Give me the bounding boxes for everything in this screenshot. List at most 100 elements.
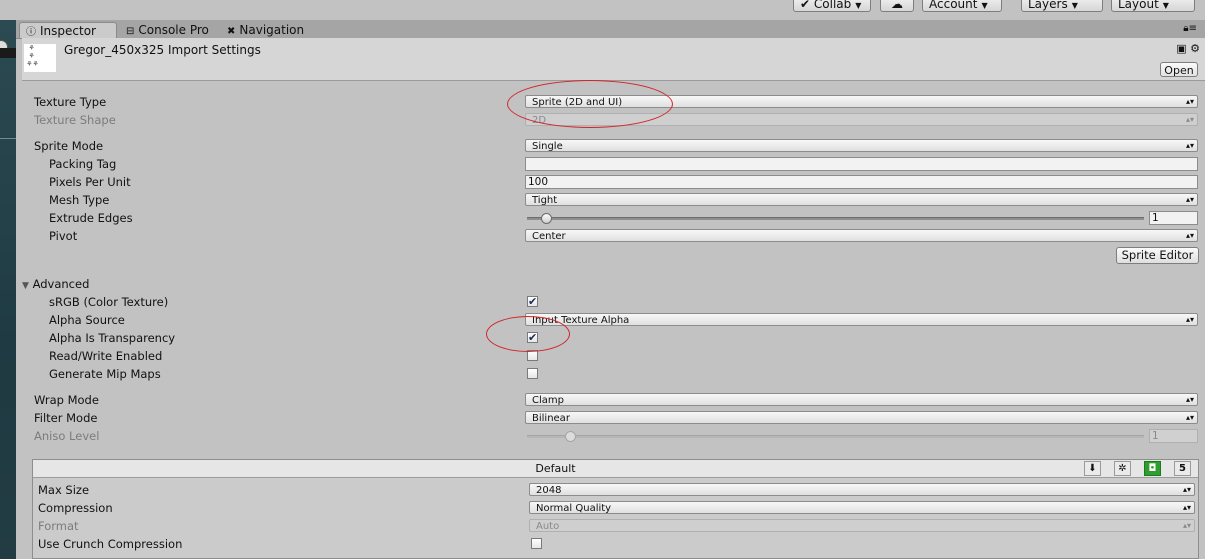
layout-label: Layout — [1118, 0, 1159, 11]
tab-bar: ⓘ Inspector ⊟ Console Pro ✖ Navigation 🔒︎≡ — [16, 20, 1205, 39]
platform-tab-bar: Default ⬇ ✲ ◘ 5 — [33, 460, 1198, 478]
tab-console-pro[interactable]: ⊟ Console Pro — [120, 22, 220, 38]
filter-mode-value: Bilinear — [532, 413, 570, 424]
max-size-label: Max Size — [38, 483, 90, 497]
android-icon[interactable]: ✲ — [1114, 461, 1131, 476]
aniso-level-label: Aniso Level — [34, 429, 100, 443]
pivot-dropdown[interactable]: Center ▴▾ — [525, 229, 1198, 242]
layers-button[interactable]: Layers ▼ — [1021, 0, 1103, 12]
sprite-editor-button[interactable]: Sprite Editor — [1116, 247, 1199, 264]
tab-inspector[interactable]: ⓘ Inspector — [19, 22, 117, 38]
wrap-mode-dropdown[interactable]: Clamp ▴▾ — [525, 393, 1198, 406]
pixels-per-unit-label: Pixels Per Unit — [49, 175, 131, 189]
help-book-icon[interactable]: ▣ — [1176, 42, 1186, 55]
pixels-per-unit-field[interactable]: 100 — [525, 175, 1198, 189]
updown-icon: ▴▾ — [1182, 503, 1191, 512]
updown-icon: ▴▾ — [1185, 395, 1194, 404]
page-title: Gregor_450x325 Import Settings — [64, 43, 261, 57]
scene-view-edge — [0, 20, 16, 559]
texture-shape-label: Texture Shape — [34, 113, 116, 127]
aniso-level-slider — [527, 435, 1144, 438]
scene-divider — [0, 138, 16, 139]
wrap-mode-value: Clamp — [532, 395, 564, 406]
top-toolbar: ✔ Collab ▼ ☁ Account ▼ Layers ▼ Layout ▼ — [0, 0, 1205, 20]
compression-label: Compression — [38, 501, 113, 515]
packing-tag-label: Packing Tag — [49, 157, 117, 171]
generate-mips-label: Generate Mip Maps — [49, 367, 161, 381]
lock-menu-icon[interactable]: 🔒︎≡ — [1183, 23, 1197, 34]
mesh-type-dropdown[interactable]: Tight ▴▾ — [525, 193, 1198, 206]
mesh-type-label: Mesh Type — [49, 193, 110, 207]
pivot-value: Center — [532, 231, 566, 242]
tab-inspector-label: Inspector — [40, 24, 96, 38]
updown-icon: ▴▾ — [1182, 485, 1191, 494]
filter-mode-dropdown[interactable]: Bilinear ▴▾ — [525, 411, 1198, 424]
mesh-type-value: Tight — [532, 195, 558, 206]
cloud-icon: ☁ — [891, 0, 903, 11]
aniso-level-slider-thumb — [565, 431, 577, 442]
tab-navigation[interactable]: ✖ Navigation — [221, 22, 321, 38]
alpha-source-label: Alpha Source — [49, 313, 125, 327]
scene-handle — [0, 48, 16, 58]
tab-console-pro-label: Console Pro — [138, 23, 209, 37]
tab-default-platform[interactable]: Default — [33, 460, 1078, 477]
updown-icon: ▴▾ — [1185, 413, 1194, 422]
read-write-label: Read/Write Enabled — [49, 349, 163, 363]
extrude-edges-field[interactable]: 1 — [1149, 211, 1198, 225]
extrude-edges-slider-thumb[interactable] — [540, 213, 552, 224]
packing-tag-field[interactable] — [525, 157, 1198, 171]
open-button[interactable]: Open — [1160, 62, 1198, 77]
texture-type-dropdown[interactable]: Sprite (2D and UI) ▴▾ — [525, 95, 1198, 108]
alpha-is-transparency-checkbox[interactable]: ✔ — [527, 332, 538, 343]
sprite-mode-dropdown[interactable]: Single ▴▾ — [525, 139, 1198, 152]
crunch-label: Use Crunch Compression — [38, 537, 183, 551]
tab-navigation-label: Navigation — [239, 23, 305, 37]
download-icon[interactable]: ⬇ — [1084, 461, 1101, 476]
max-size-value: 2048 — [536, 485, 562, 496]
layers-label: Layers — [1028, 0, 1068, 11]
srgb-label: sRGB (Color Texture) — [49, 295, 169, 309]
format-dropdown: Auto ▴▾ — [529, 519, 1195, 532]
extrude-edges-label: Extrude Edges — [49, 211, 133, 225]
updown-icon: ▴▾ — [1182, 521, 1191, 530]
read-write-checkbox[interactable] — [527, 350, 538, 361]
updown-icon: ▴▾ — [1185, 315, 1194, 324]
gear-icon[interactable]: ⚙ — [1190, 42, 1200, 55]
pivot-label: Pivot — [49, 229, 78, 243]
srgb-checkbox[interactable]: ✔ — [527, 296, 538, 307]
sprite-mode-label: Sprite Mode — [34, 139, 104, 153]
updown-icon: ▴▾ — [1185, 115, 1194, 124]
collab-label: Collab — [813, 0, 852, 11]
updown-icon: ▴▾ — [1185, 231, 1194, 240]
compression-dropdown[interactable]: Normal Quality ▴▾ — [529, 501, 1195, 514]
extrude-edges-slider[interactable] — [527, 217, 1144, 220]
updown-icon: ▴▾ — [1185, 195, 1194, 204]
advanced-foldout[interactable]: ▼ Advanced — [22, 277, 89, 293]
sprite-mode-value: Single — [532, 141, 563, 152]
wrap-mode-label: Wrap Mode — [34, 393, 99, 407]
texture-type-value: Sprite (2D and UI) — [532, 97, 623, 108]
import-settings-header: ⚘ ⚘ ⚘⚘ Gregor_450x325 Import Settings ▣ … — [22, 38, 1205, 81]
account-button[interactable]: Account ▼ — [922, 0, 1002, 12]
alpha-source-dropdown[interactable]: Input Texture Alpha ▴▾ — [525, 313, 1198, 326]
cloud-button[interactable]: ☁ — [880, 0, 914, 12]
updown-icon: ▴▾ — [1185, 141, 1194, 150]
texture-type-label: Texture Type — [34, 95, 107, 109]
texture-shape-value: 2D — [532, 115, 547, 126]
layout-button[interactable]: Layout ▼ — [1111, 0, 1195, 12]
html5-icon[interactable]: 5 — [1174, 461, 1191, 476]
aniso-level-field: 1 — [1149, 429, 1198, 443]
xbox-icon[interactable]: ◘ — [1144, 461, 1161, 476]
compression-value: Normal Quality — [536, 503, 612, 514]
alpha-source-value: Input Texture Alpha — [532, 315, 630, 326]
header-icons: ▣ ⚙ — [1176, 42, 1200, 55]
alpha-is-transparency-label: Alpha Is Transparency — [49, 331, 176, 345]
updown-icon: ▴▾ — [1185, 97, 1194, 106]
generate-mips-checkbox[interactable] — [527, 368, 538, 379]
format-label: Format — [38, 519, 79, 533]
account-label: Account — [929, 0, 978, 11]
max-size-dropdown[interactable]: 2048 ▴▾ — [529, 483, 1195, 496]
collab-button[interactable]: ✔ Collab ▼ — [793, 0, 871, 12]
filter-mode-label: Filter Mode — [34, 411, 98, 425]
crunch-checkbox[interactable] — [531, 538, 542, 549]
